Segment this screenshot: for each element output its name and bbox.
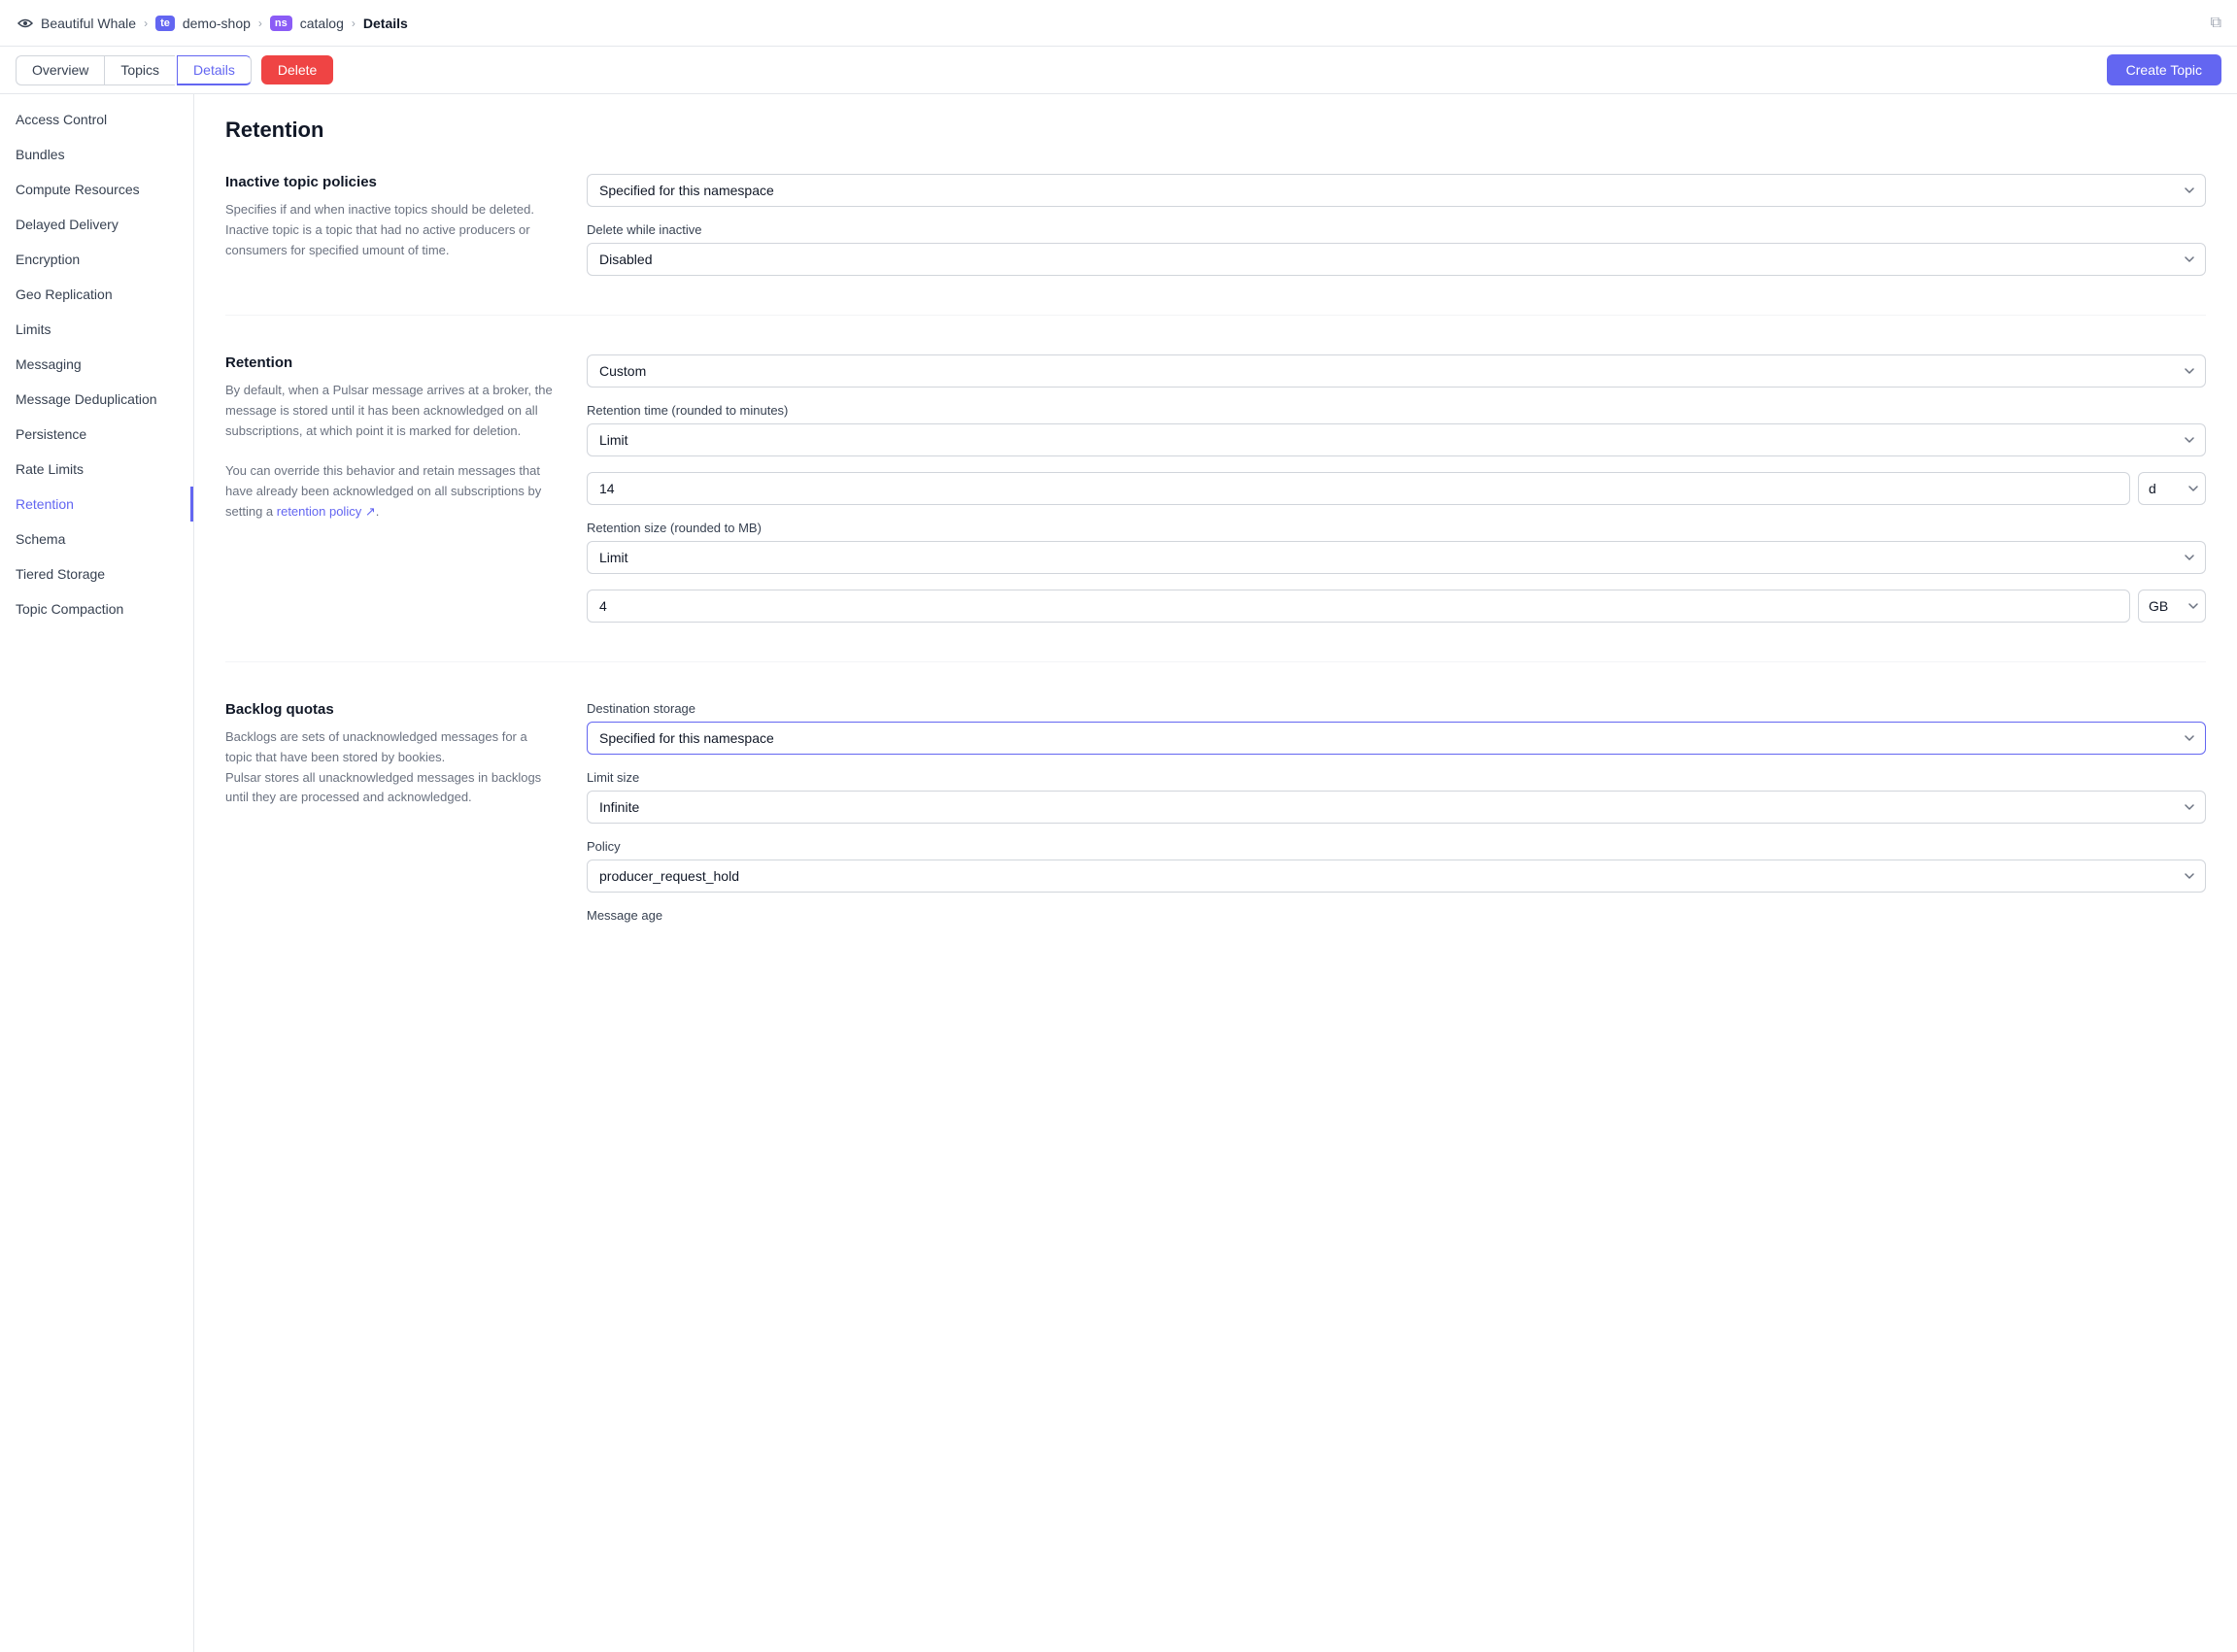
section-right-inactive: Specified for this namespace Custom Disa…: [587, 174, 2206, 276]
retention-size-select[interactable]: Limit Infinite Disabled: [587, 541, 2206, 574]
layout: Access Control Bundles Compute Resources…: [0, 94, 2237, 1652]
retention-time-input[interactable]: [587, 472, 2130, 505]
sidebar-item-limits[interactable]: Limits: [0, 312, 193, 347]
current-page: Details: [363, 16, 408, 31]
delete-while-inactive-select[interactable]: Disabled Enabled: [587, 243, 2206, 276]
sidebar-item-compute-resources[interactable]: Compute Resources: [0, 172, 193, 207]
breadcrumb-sep-1: ›: [144, 17, 148, 30]
retention-time-input-row: d h m: [587, 472, 2206, 505]
section-left-backlog: Backlog quotas Backlogs are sets of unac…: [225, 701, 556, 923]
policy-select[interactable]: producer_request_hold producer_exception…: [587, 860, 2206, 893]
section-title-backlog: Backlog quotas: [225, 701, 556, 718]
backlog-desc-1: Backlogs are sets of unacknowledged mess…: [225, 729, 527, 764]
retention-size-group: Retention size (rounded to MB) Limit Inf…: [587, 521, 2206, 574]
sidebar-item-rate-limits[interactable]: Rate Limits: [0, 452, 193, 487]
sidebar-item-schema[interactable]: Schema: [0, 522, 193, 556]
sidebar-item-access-control[interactable]: Access Control: [0, 102, 193, 137]
tab-overview[interactable]: Overview: [16, 55, 104, 85]
topbar: Beautiful Whale › te demo-shop › ns cata…: [0, 0, 2237, 47]
logo-icon: [16, 14, 35, 33]
section-desc-retention: By default, when a Pulsar message arrive…: [225, 381, 556, 523]
section-left-inactive: Inactive topic policies Specifies if and…: [225, 174, 556, 276]
destination-storage-label: Destination storage: [587, 701, 2206, 716]
sidebar-item-bundles[interactable]: Bundles: [0, 137, 193, 172]
section-backlog-quotas: Backlog quotas Backlogs are sets of unac…: [225, 701, 2206, 961]
sidebar-item-encryption[interactable]: Encryption: [0, 242, 193, 277]
inactive-policy-select[interactable]: Specified for this namespace Custom Disa…: [587, 174, 2206, 207]
breadcrumb: Beautiful Whale › te demo-shop › ns cata…: [16, 14, 408, 33]
retention-size-input[interactable]: [587, 590, 2130, 623]
namespace-name[interactable]: catalog: [300, 16, 344, 31]
sidebar-item-retention[interactable]: Retention: [0, 487, 193, 522]
limit-size-label: Limit size: [587, 770, 2206, 785]
retention-time-select[interactable]: Limit Infinite Disabled: [587, 423, 2206, 456]
tab-group: Overview Topics Details: [16, 55, 254, 85]
sidebar-item-messaging[interactable]: Messaging: [0, 347, 193, 382]
sidebar-item-persistence[interactable]: Persistence: [0, 417, 193, 452]
retention-time-unit-select[interactable]: d h m: [2138, 472, 2206, 505]
section-retention: Retention By default, when a Pulsar mess…: [225, 354, 2206, 662]
section-left-retention: Retention By default, when a Pulsar mess…: [225, 354, 556, 623]
message-age-group: Message age: [587, 908, 2206, 923]
breadcrumb-sep-3: ›: [352, 17, 356, 30]
limit-size-group: Limit size Infinite Limited: [587, 770, 2206, 824]
retention-mode-group: Custom Specified for this namespace Disa…: [587, 354, 2206, 388]
tenant-name[interactable]: demo-shop: [183, 16, 251, 31]
page-title: Retention: [225, 118, 2206, 143]
section-title-inactive: Inactive topic policies: [225, 174, 556, 190]
destination-storage-select[interactable]: Specified for this namespace Custom: [587, 722, 2206, 755]
inactive-policy-group: Specified for this namespace Custom Disa…: [587, 174, 2206, 207]
sidebar-item-delayed-delivery[interactable]: Delayed Delivery: [0, 207, 193, 242]
section-title-retention: Retention: [225, 354, 556, 371]
sidebar-item-message-deduplication[interactable]: Message Deduplication: [0, 382, 193, 417]
limit-size-select[interactable]: Infinite Limited: [587, 791, 2206, 824]
delete-while-inactive-group: Delete while inactive Disabled Enabled: [587, 222, 2206, 276]
breadcrumb-logo[interactable]: Beautiful Whale: [16, 14, 136, 33]
retention-policy-link[interactable]: retention policy ↗: [277, 504, 376, 519]
sidebar-item-topic-compaction[interactable]: Topic Compaction: [0, 591, 193, 626]
main-content: Retention Inactive topic policies Specif…: [194, 94, 2237, 1652]
tab-topics[interactable]: Topics: [104, 55, 175, 85]
section-desc-inactive: Specifies if and when inactive topics sh…: [225, 200, 556, 260]
retention-mode-select[interactable]: Custom Specified for this namespace Disa…: [587, 354, 2206, 388]
retention-size-label: Retention size (rounded to MB): [587, 521, 2206, 535]
section-right-retention: Custom Specified for this namespace Disa…: [587, 354, 2206, 623]
retention-time-label: Retention time (rounded to minutes): [587, 403, 2206, 418]
section-inactive-topic-policies: Inactive topic policies Specifies if and…: [225, 174, 2206, 316]
tenant-badge: te: [155, 16, 175, 31]
tabbar: Overview Topics Details Delete Create To…: [0, 47, 2237, 94]
retention-desc-1: By default, when a Pulsar message arrive…: [225, 383, 553, 438]
policy-group: Policy producer_request_hold producer_ex…: [587, 839, 2206, 893]
tab-details[interactable]: Details: [177, 55, 252, 85]
org-name: Beautiful Whale: [41, 16, 136, 31]
retention-time-group: Retention time (rounded to minutes) Limi…: [587, 403, 2206, 456]
sidebar: Access Control Bundles Compute Resources…: [0, 94, 194, 1652]
retention-size-input-row: GB MB TB: [587, 590, 2206, 623]
namespace-badge: ns: [270, 16, 292, 31]
sidebar-item-geo-replication[interactable]: Geo Replication: [0, 277, 193, 312]
breadcrumb-sep-2: ›: [258, 17, 262, 30]
create-topic-button[interactable]: Create Topic: [2107, 54, 2221, 85]
backlog-desc-2: Pulsar stores all unacknowledged message…: [225, 770, 541, 805]
copy-icon[interactable]: ⧉: [2211, 15, 2221, 32]
retention-desc-2: You can override this behavior and retai…: [225, 463, 541, 519]
message-age-label: Message age: [587, 908, 2206, 923]
sidebar-item-tiered-storage[interactable]: Tiered Storage: [0, 556, 193, 591]
delete-while-inactive-label: Delete while inactive: [587, 222, 2206, 237]
section-right-backlog: Destination storage Specified for this n…: [587, 701, 2206, 923]
policy-label: Policy: [587, 839, 2206, 854]
destination-storage-group: Destination storage Specified for this n…: [587, 701, 2206, 755]
retention-size-unit-select[interactable]: GB MB TB: [2138, 590, 2206, 623]
section-desc-backlog: Backlogs are sets of unacknowledged mess…: [225, 727, 556, 808]
delete-button[interactable]: Delete: [261, 55, 333, 84]
